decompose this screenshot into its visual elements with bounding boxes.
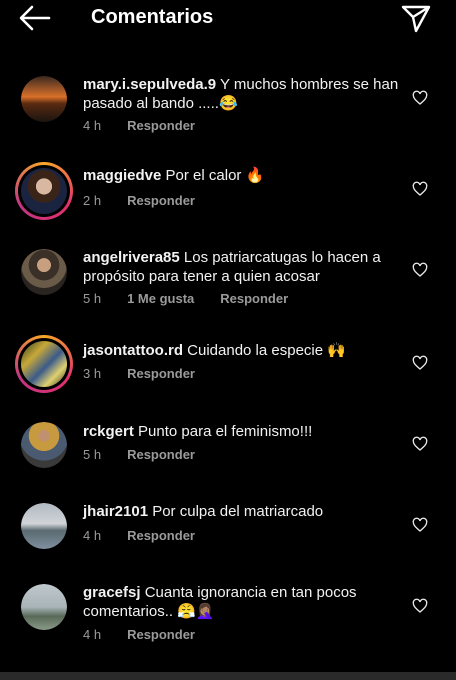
comment-username[interactable]: gracefsj (83, 584, 141, 601)
comment-body: Por culpa del matriarcado (148, 503, 324, 520)
comment-username[interactable]: jhair2101 (83, 503, 148, 520)
reply-button[interactable]: Responder (127, 193, 195, 208)
comment-text: jhair2101 Por culpa del matriarcado (83, 502, 401, 521)
comment-body: Por el calor 🔥 (161, 167, 265, 184)
avatar[interactable] (21, 584, 67, 630)
comment-body: Cuidando la especie 🙌 (183, 342, 346, 359)
comment-time: 4 h (83, 627, 102, 642)
comment-text: maggiedve Por el calor 🔥 (83, 166, 401, 185)
comment-username[interactable]: mary.i.sepulveda.9 (83, 76, 216, 93)
comment-meta: 5 h Responder (83, 447, 221, 462)
comment-meta: 5 h 1 Me gusta Responder (83, 291, 314, 306)
comment-text: angelrivera85 Los patriarcatugas lo hace… (83, 248, 401, 286)
bottom-bar (0, 672, 456, 680)
page-title: Comentarios (91, 6, 214, 28)
comment-username[interactable]: rckgert (83, 423, 134, 440)
comment-username[interactable]: jasontattoo.rd (83, 342, 183, 359)
heart-outline-icon[interactable] (412, 436, 428, 452)
avatar[interactable] (21, 503, 67, 549)
avatar[interactable] (15, 162, 73, 220)
comment-body: Punto para el feminismo!!! (133, 423, 313, 440)
heart-outline-icon[interactable] (412, 355, 428, 371)
comment-time: 3 h (83, 366, 102, 381)
header: Comentarios (0, 0, 456, 36)
comment-meta: 2 h Responder (83, 193, 221, 208)
comment-text: gracefsj Cuanta ignorancia en tan pocos … (83, 583, 401, 621)
avatar[interactable] (15, 335, 73, 393)
back-arrow-icon[interactable] (18, 4, 52, 32)
heart-outline-icon[interactable] (412, 90, 428, 106)
heart-outline-icon[interactable] (412, 598, 428, 614)
comment-text: jasontattoo.rd Cuidando la especie 🙌 (83, 341, 401, 360)
likes-count[interactable]: 1 Me gusta (127, 291, 194, 306)
avatar[interactable] (21, 422, 67, 468)
comment-time: 4 h (83, 528, 102, 543)
reply-button[interactable]: Responder (127, 528, 195, 543)
heart-outline-icon[interactable] (412, 262, 428, 278)
reply-button[interactable]: Responder (127, 118, 195, 133)
paper-plane-icon[interactable] (400, 2, 432, 34)
comment-meta: 3 h Responder (83, 366, 221, 381)
avatar[interactable] (21, 76, 67, 122)
comment-time: 4 h (83, 118, 102, 133)
heart-outline-icon[interactable] (412, 181, 428, 197)
reply-button[interactable]: Responder (127, 627, 195, 642)
heart-outline-icon[interactable] (412, 517, 428, 533)
comment-time: 2 h (83, 193, 102, 208)
comment-meta: 4 h Responder (83, 627, 221, 642)
avatar[interactable] (21, 249, 67, 295)
reply-button[interactable]: Responder (127, 447, 195, 462)
comment-time: 5 h (83, 447, 102, 462)
comment-meta: 4 h Responder (83, 528, 221, 543)
comment-text: rckgert Punto para el feminismo!!! (83, 422, 401, 441)
comment-time: 5 h (83, 291, 102, 306)
comment-meta: 4 h Responder (83, 118, 221, 133)
reply-button[interactable]: Responder (127, 366, 195, 381)
comment-username[interactable]: maggiedve (83, 167, 161, 184)
reply-button[interactable]: Responder (220, 291, 288, 306)
comment-text: mary.i.sepulveda.9 Y muchos hombres se h… (83, 75, 401, 113)
comment-username[interactable]: angelrivera85 (83, 249, 180, 266)
